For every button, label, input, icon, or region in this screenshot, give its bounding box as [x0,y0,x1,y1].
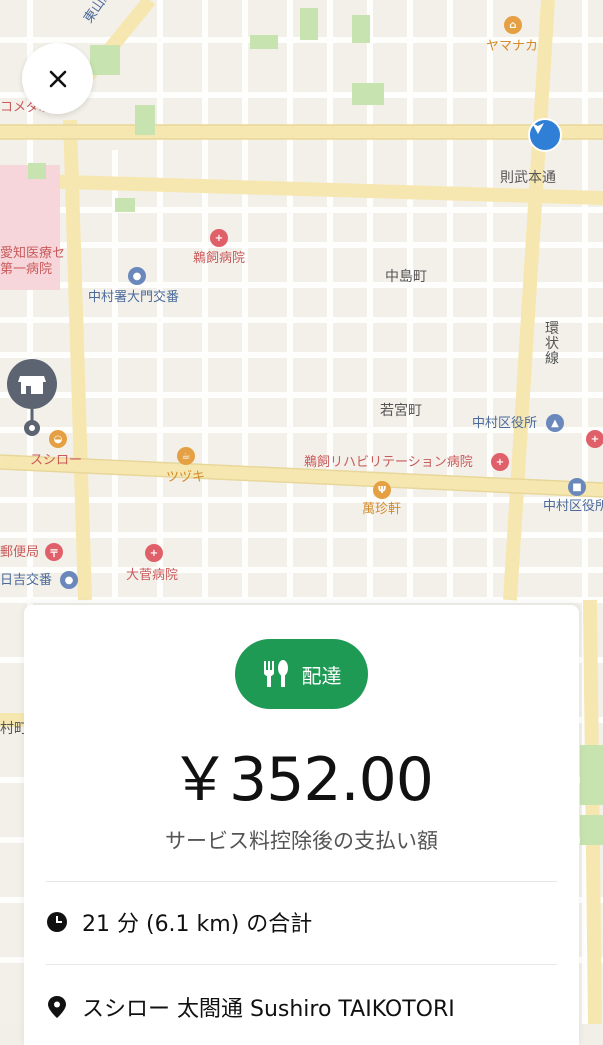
location-pin-icon [48,996,66,1018]
delivery-badge-label: 配達 [301,663,342,688]
payout-subtitle: サービス料控除後の支払い額 [165,829,438,853]
map-label-nakamura-ward-station: 中村区役所 [543,499,603,514]
store-icon [7,359,57,436]
clock-icon [47,912,67,932]
map-label-hiyoshi-koban: 日吉交番 [0,573,53,588]
post-office-icon: 〒 [45,543,63,561]
map-label-manchin: 萬珍軒 [362,502,402,517]
delivery-badge: 配達 [235,639,368,709]
trip-duration-text: 21 分 (6.1 km) の合計 [82,912,313,937]
map-label-nakamura-ward-office: 中村区役所 [472,416,538,431]
payout-amount: ￥352.00 [170,745,434,815]
trip-duration-row: 21 分 (6.1 km) の合計 [46,906,312,938]
cafe-icon: ☕ [177,447,195,465]
store-location-pin[interactable] [6,358,58,438]
map-label-wakamiya: 若宮町 [380,403,422,419]
map-label-aichi-medical-2: 第一病院 [0,262,53,277]
restaurant-icon: Ψ [373,481,391,499]
hospital-icon: + [491,453,509,471]
map-label-nakamura-police: 中村署大門交番 [88,290,180,305]
trip-summary-card: 配達 ￥352.00 サービス料控除後の支払い額 21 分 (6.1 km) の… [24,605,579,1045]
map-label-ukai-rehab: 鵜飼リハビリテーション病院 [304,455,473,470]
map-label-sushiro: スシロー [30,453,83,468]
map-label-nakajima: 中島町 [385,269,427,285]
police-icon: ● [128,267,146,285]
map-label-post-office: 郵便局 [0,545,40,560]
hospital-icon: + [210,229,228,247]
divider [46,964,557,965]
map-label-aichi-medical-1: 愛知医療セ [0,246,66,261]
police-icon: ● [60,571,78,589]
station-icon: ■ [568,478,586,496]
map-label-kanjo-line: 環状線 [545,321,559,367]
hospital-icon: + [145,544,163,562]
map-label-tsuzuki: ツヅキ [166,470,206,485]
shopping-icon: ⌂ [504,16,522,34]
fork-knife-icon [263,660,288,687]
map-label-ohsuga-hospital: 大菅病院 [126,568,179,583]
map-label-ukai-hospital: 鵜飼病院 [193,251,246,266]
hospital-icon: + [586,430,603,448]
map-label-yamanaka: ヤマナカ [486,39,539,54]
close-icon [49,70,66,87]
map-label-norutakehon: 則武本通 [500,170,556,186]
navigation-arrow-icon [528,118,562,152]
pickup-location-row[interactable]: スシロー 太閤通 Sushiro TAIKOTORI [46,991,455,1023]
divider [46,881,557,882]
close-button[interactable] [22,43,93,114]
government-icon: ▲ [546,414,564,432]
pickup-location-text: スシロー 太閤通 Sushiro TAIKOTORI [82,997,455,1022]
